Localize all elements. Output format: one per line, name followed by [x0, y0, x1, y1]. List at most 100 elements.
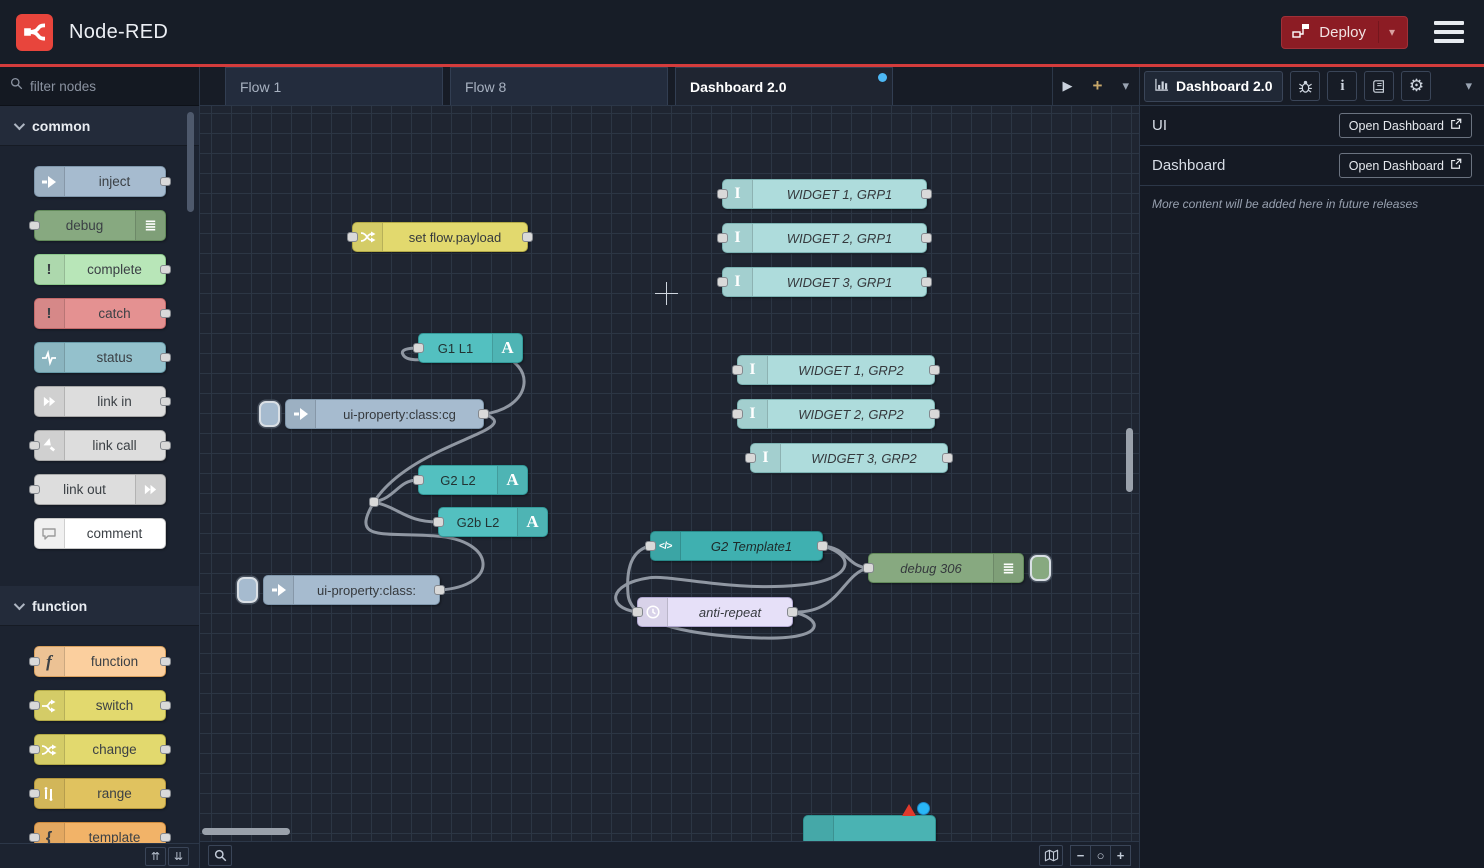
input-port[interactable]: [717, 189, 728, 199]
node-g1-l1[interactable]: G1 L1 A: [418, 333, 523, 363]
palette-node-status[interactable]: status: [34, 342, 166, 373]
node-partial-bottom[interactable]: [803, 815, 936, 841]
palette-node-switch[interactable]: switch: [34, 690, 166, 721]
wire-junction[interactable]: [369, 497, 379, 507]
debug-list-icon: [993, 554, 1023, 582]
input-port[interactable]: [413, 343, 424, 353]
tab-dashboard-2-0[interactable]: Dashboard 2.0: [675, 67, 893, 105]
node-anti-repeat[interactable]: anti-repeat: [637, 597, 793, 627]
output-port[interactable]: [942, 453, 953, 463]
input-port[interactable]: [433, 517, 444, 527]
output-port[interactable]: [787, 607, 798, 617]
zoom-in-button[interactable]: +: [1110, 845, 1131, 866]
input-port[interactable]: [732, 365, 743, 375]
flow-canvas[interactable]: set flow.payload I WIDGET 1, GRP1 I WIDG…: [200, 106, 1139, 841]
input-port[interactable]: [717, 277, 728, 287]
output-port[interactable]: [434, 585, 445, 595]
sidebar-options-caret[interactable]: ▾: [1465, 78, 1480, 94]
search-flows-button[interactable]: [208, 845, 232, 866]
node-widget-1-grp1[interactable]: I WIDGET 1, GRP1: [722, 179, 927, 209]
palette-scrollbar[interactable]: [187, 112, 194, 212]
input-port[interactable]: [863, 563, 874, 573]
node-debug-306[interactable]: debug 306: [868, 553, 1024, 583]
wire[interactable]: [374, 502, 438, 522]
expand-all-button[interactable]: ⇊: [168, 847, 189, 866]
input-port[interactable]: [645, 541, 656, 551]
add-flow-button[interactable]: +: [1093, 76, 1103, 96]
canvas-vertical-scrollbar[interactable]: [1126, 428, 1133, 492]
palette-node-comment[interactable]: comment: [34, 518, 166, 549]
palette-search[interactable]: [0, 67, 199, 106]
tab-flow-1[interactable]: Flow 1: [225, 67, 443, 105]
palette-node-range[interactable]: range: [34, 778, 166, 809]
palette-node-catch[interactable]: ! catch: [34, 298, 166, 329]
deploy-options-caret[interactable]: ▾: [1378, 21, 1397, 43]
input-port[interactable]: [745, 453, 756, 463]
navigator-map-button[interactable]: [1039, 845, 1063, 866]
node-ui-property-class-cg[interactable]: ui-property:class:cg: [285, 399, 484, 429]
debug-sidebar-button[interactable]: [1290, 71, 1320, 101]
palette-node-debug[interactable]: debug: [34, 210, 166, 241]
tab-flow-8[interactable]: Flow 8: [450, 67, 668, 105]
inject-button[interactable]: [259, 401, 280, 427]
output-port[interactable]: [522, 232, 533, 242]
palette-category-function[interactable]: function: [0, 586, 199, 626]
palette-node-template[interactable]: { template: [34, 822, 166, 843]
deploy-button[interactable]: Deploy ▾: [1281, 16, 1408, 49]
open-dashboard-button[interactable]: Open Dashboard: [1339, 113, 1472, 138]
palette-node-link-in[interactable]: link in: [34, 386, 166, 417]
flow-tab-bar: Flow 1 Flow 8 Dashboard 2.0 ▶ + ▾: [200, 67, 1139, 106]
crosshair-cursor: [666, 282, 667, 305]
node-g2b-l2[interactable]: G2b L2 A: [438, 507, 548, 537]
deploy-label: Deploy: [1319, 24, 1366, 41]
output-port[interactable]: [921, 277, 932, 287]
help-book-button[interactable]: [1364, 71, 1394, 101]
palette-node-link-out[interactable]: link out: [34, 474, 166, 505]
input-port[interactable]: [347, 232, 358, 242]
palette-node-inject[interactable]: inject: [34, 166, 166, 197]
filter-nodes-input[interactable]: [30, 79, 180, 94]
output-port[interactable]: [921, 189, 932, 199]
settings-gear-button[interactable]: ⚙: [1401, 71, 1431, 101]
zoom-reset-button[interactable]: ○: [1090, 845, 1111, 866]
node-widget-3-grp1[interactable]: I WIDGET 3, GRP1: [722, 267, 927, 297]
palette-node-complete[interactable]: ! complete: [34, 254, 166, 285]
input-port[interactable]: [717, 233, 728, 243]
canvas-horizontal-scrollbar[interactable]: [202, 828, 290, 835]
debug-toggle-button[interactable]: [1030, 555, 1051, 581]
output-port[interactable]: [929, 409, 940, 419]
node-widget-1-grp2[interactable]: I WIDGET 1, GRP2: [737, 355, 935, 385]
modified-dot: [878, 73, 887, 82]
palette-category-common[interactable]: common: [0, 106, 199, 146]
inject-button[interactable]: [237, 577, 258, 603]
output-port[interactable]: [921, 233, 932, 243]
flow-list-caret[interactable]: ▾: [1122, 78, 1129, 94]
node-widget-2-grp2[interactable]: I WIDGET 2, GRP2: [737, 399, 935, 429]
right-sidebar: Dashboard 2.0 i ⚙ ▾ UI Open Dashboard Da…: [1139, 67, 1484, 868]
palette-node-link-call[interactable]: link call: [34, 430, 166, 461]
palette-node-change[interactable]: change: [34, 734, 166, 765]
input-port[interactable]: [732, 409, 743, 419]
node-widget-2-grp1[interactable]: I WIDGET 2, GRP1: [722, 223, 927, 253]
node-g2-l2[interactable]: G2 L2 A: [418, 465, 528, 495]
sidebar-tab-dashboard[interactable]: Dashboard 2.0: [1144, 71, 1283, 102]
main-menu-button[interactable]: [1430, 17, 1468, 47]
wire[interactable]: [793, 568, 868, 612]
node-g2-template1[interactable]: </> G2 Template1: [650, 531, 823, 561]
output-port[interactable]: [478, 409, 489, 419]
info-sidebar-button[interactable]: i: [1327, 71, 1357, 101]
output-port[interactable]: [817, 541, 828, 551]
node-ui-property-class[interactable]: ui-property:class:: [263, 575, 440, 605]
output-port[interactable]: [929, 365, 940, 375]
font-icon: A: [517, 508, 547, 536]
tab-scroll-right-button[interactable]: ▶: [1063, 78, 1073, 94]
node-set-flow-payload[interactable]: set flow.payload: [352, 222, 528, 252]
node-widget-3-grp2[interactable]: I WIDGET 3, GRP2: [750, 443, 948, 473]
open-dashboard-button[interactable]: Open Dashboard: [1339, 153, 1472, 178]
input-port[interactable]: [632, 607, 643, 617]
input-port[interactable]: [413, 475, 424, 485]
collapse-all-button[interactable]: ⇈: [145, 847, 166, 866]
palette-node-function[interactable]: f function: [34, 646, 166, 677]
comment-icon: [35, 519, 65, 548]
zoom-out-button[interactable]: −: [1070, 845, 1091, 866]
